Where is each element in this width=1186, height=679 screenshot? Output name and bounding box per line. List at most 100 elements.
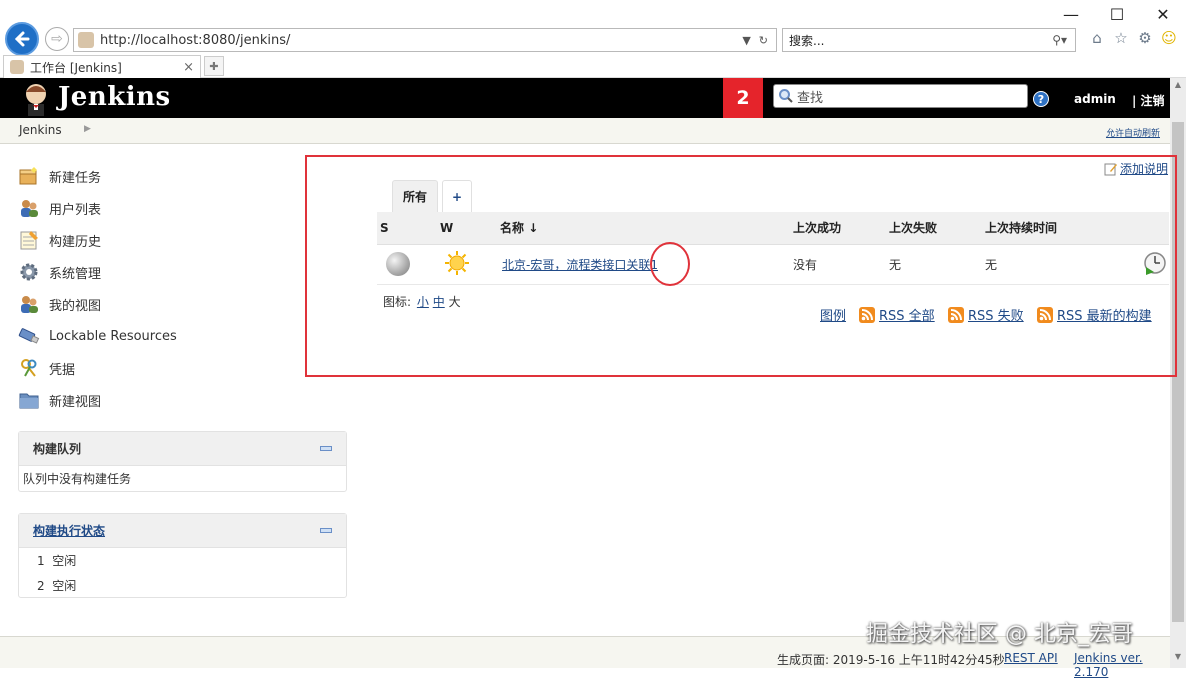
close-tab-icon[interactable]: × [183,60,194,75]
add-description-link[interactable]: 添加说明 [1104,160,1168,177]
help-icon[interactable]: ? [1033,91,1049,107]
task-label[interactable]: 凭据 [49,359,75,378]
new-tab-button[interactable]: ✚ [204,56,224,76]
executor-status: 空闲 [52,579,77,593]
auto-refresh-link[interactable]: 允许自动刷新 [1106,126,1160,139]
table-row: 北京-宏哥，流程类接口关联1 没有 无 无 [377,244,1169,285]
settings-gear-icon[interactable]: ⚙ [1136,28,1154,48]
tab-add-view[interactable]: + [442,180,472,212]
icon-size-small[interactable]: 小 [417,295,429,309]
breadcrumb-arrow-icon[interactable]: ▶ [84,124,91,134]
task-label[interactable]: 新建任务 [49,167,101,186]
last-success-cell: 没有 [790,244,886,285]
task-label[interactable]: 构建历史 [49,231,101,250]
annotation-circle [650,242,690,286]
back-button[interactable] [5,22,39,56]
tab-all[interactable]: 所有 [392,180,438,212]
schedule-build-icon[interactable] [1142,250,1168,276]
col-build [1119,212,1169,245]
col-last-failure[interactable]: 上次失败 [886,212,982,245]
job-link[interactable]: 北京-宏哥，流程类接口关联1 [502,258,658,272]
rss-failed-label[interactable]: RSS 失败 [968,305,1024,324]
task-new-view[interactable]: 新建视图 [18,384,348,416]
edit-pencil-icon [1104,163,1117,175]
table-header-row: S W 名称 ↓ 上次成功 上次失败 上次持续时间 [377,212,1169,245]
task-label[interactable]: 我的视图 [49,295,101,314]
task-credentials[interactable]: 凭据 [18,352,348,384]
notepad-icon [20,231,38,250]
task-new-item[interactable]: 新建任务 [18,160,348,192]
task-people[interactable]: 用户列表 [18,192,348,224]
legend-label[interactable]: 图例 [820,305,846,324]
executors-title[interactable]: 构建执行状态 [33,522,320,539]
icon-size-medium[interactable]: 中 [433,295,445,309]
build-cell [1119,244,1169,285]
jenkins-butler-logo-icon[interactable] [18,80,54,116]
browser-tab[interactable]: 工作台 [Jenkins] × [3,55,201,78]
job-name-cell: 北京-宏哥，流程类接口关联1 [497,244,790,285]
forward-button[interactable]: ⇨ [45,27,69,51]
task-build-history[interactable]: 构建历史 [18,224,348,256]
folder-icon [19,393,39,409]
col-name[interactable]: 名称 ↓ [497,212,790,245]
smiley-feedback-icon[interactable]: ☺ [1160,28,1178,48]
browser-search-box[interactable]: 搜索... ⚲▾ [782,28,1076,52]
maximize-button[interactable]: ☐ [1094,0,1140,28]
rss-all-label[interactable]: RSS 全部 [879,305,935,324]
task-label[interactable]: 新建视图 [49,391,101,410]
task-label[interactable]: 用户列表 [49,199,101,218]
add-description-label[interactable]: 添加说明 [1120,160,1168,177]
rss-latest-label[interactable]: RSS 最新的构建 [1057,305,1152,324]
jenkins-search-box[interactable]: 查找 [773,84,1028,108]
page-generated-time: 生成页面: 2019-5-16 上午11时42分45秒 [777,653,1005,667]
col-weather[interactable]: W [437,212,497,245]
build-queue-header: 构建队列 [19,432,346,466]
task-lockable-resources[interactable]: Lockable Resources [18,320,348,352]
address-bar[interactable]: http://localhost:8080/jenkins/ ▼ ↻ [73,28,777,52]
refresh-icon[interactable]: ↻ [759,34,768,47]
rss-failed-link[interactable]: RSS 失败 [948,305,1024,324]
rss-latest-link[interactable]: RSS 最新的构建 [1037,305,1152,324]
minimize-button[interactable]: — [1048,0,1094,28]
executor-status: 空闲 [52,554,77,568]
favorites-star-icon[interactable]: ☆ [1112,28,1130,48]
logout-link[interactable]: | 注销 [1132,92,1165,109]
col-status[interactable]: S [377,212,437,245]
task-label[interactable]: 系统管理 [49,263,101,282]
jenkins-version-link[interactable]: Jenkins ver. 2.170 [1074,651,1170,679]
forward-arrow-icon: ⇨ [51,31,63,47]
build-queue-title[interactable]: 构建队列 [33,440,320,457]
rss-all-link[interactable]: RSS 全部 [859,305,935,324]
back-arrow-icon [14,31,30,47]
tab-title[interactable]: 工作台 [Jenkins] [30,59,183,76]
notification-badge[interactable]: 2 [723,78,763,118]
address-dropdown-icon[interactable]: ▼ [742,34,750,47]
grey-ball-status-icon[interactable] [386,252,410,276]
collapse-icon[interactable] [320,446,332,451]
task-my-views[interactable]: 我的视图 [18,288,348,320]
jobs-table: S W 名称 ↓ 上次成功 上次失败 上次持续时间 北京-宏哥，流程类接口关联1… [377,212,1169,285]
jenkins-logo-text[interactable]: Jenkins [58,82,171,112]
legend-link[interactable]: 图例 [820,305,846,324]
breadcrumb-jenkins[interactable]: Jenkins [19,123,62,137]
search-icon[interactable]: ⚲▾ [1052,33,1067,47]
sunny-weather-icon[interactable] [444,250,470,276]
sort-arrow-icon[interactable]: ↓ [528,221,538,235]
browser-search-placeholder[interactable]: 搜索... [789,32,1052,49]
col-last-duration[interactable]: 上次持续时间 [982,212,1119,245]
user-link[interactable]: admin [1074,92,1116,106]
col-name-label[interactable]: 名称 [500,221,524,235]
home-icon[interactable]: ⌂ [1088,28,1106,48]
col-last-success[interactable]: 上次成功 [790,212,886,245]
task-label[interactable]: Lockable Resources [49,329,177,344]
address-url[interactable]: http://localhost:8080/jenkins/ [100,33,742,48]
task-manage[interactable]: 系统管理 [18,256,348,288]
close-window-button[interactable]: ✕ [1140,0,1186,28]
icon-size-large: 大 [448,295,461,309]
scroll-up-icon[interactable]: ▲ [1170,80,1186,94]
jenkins-search-placeholder[interactable]: 查找 [797,87,823,106]
rest-api-link[interactable]: REST API [1004,651,1058,665]
scroll-down-icon[interactable]: ▼ [1170,652,1186,666]
collapse-icon[interactable] [320,528,332,533]
icon-size-selector: 图标: 小 中 大 [383,293,461,310]
